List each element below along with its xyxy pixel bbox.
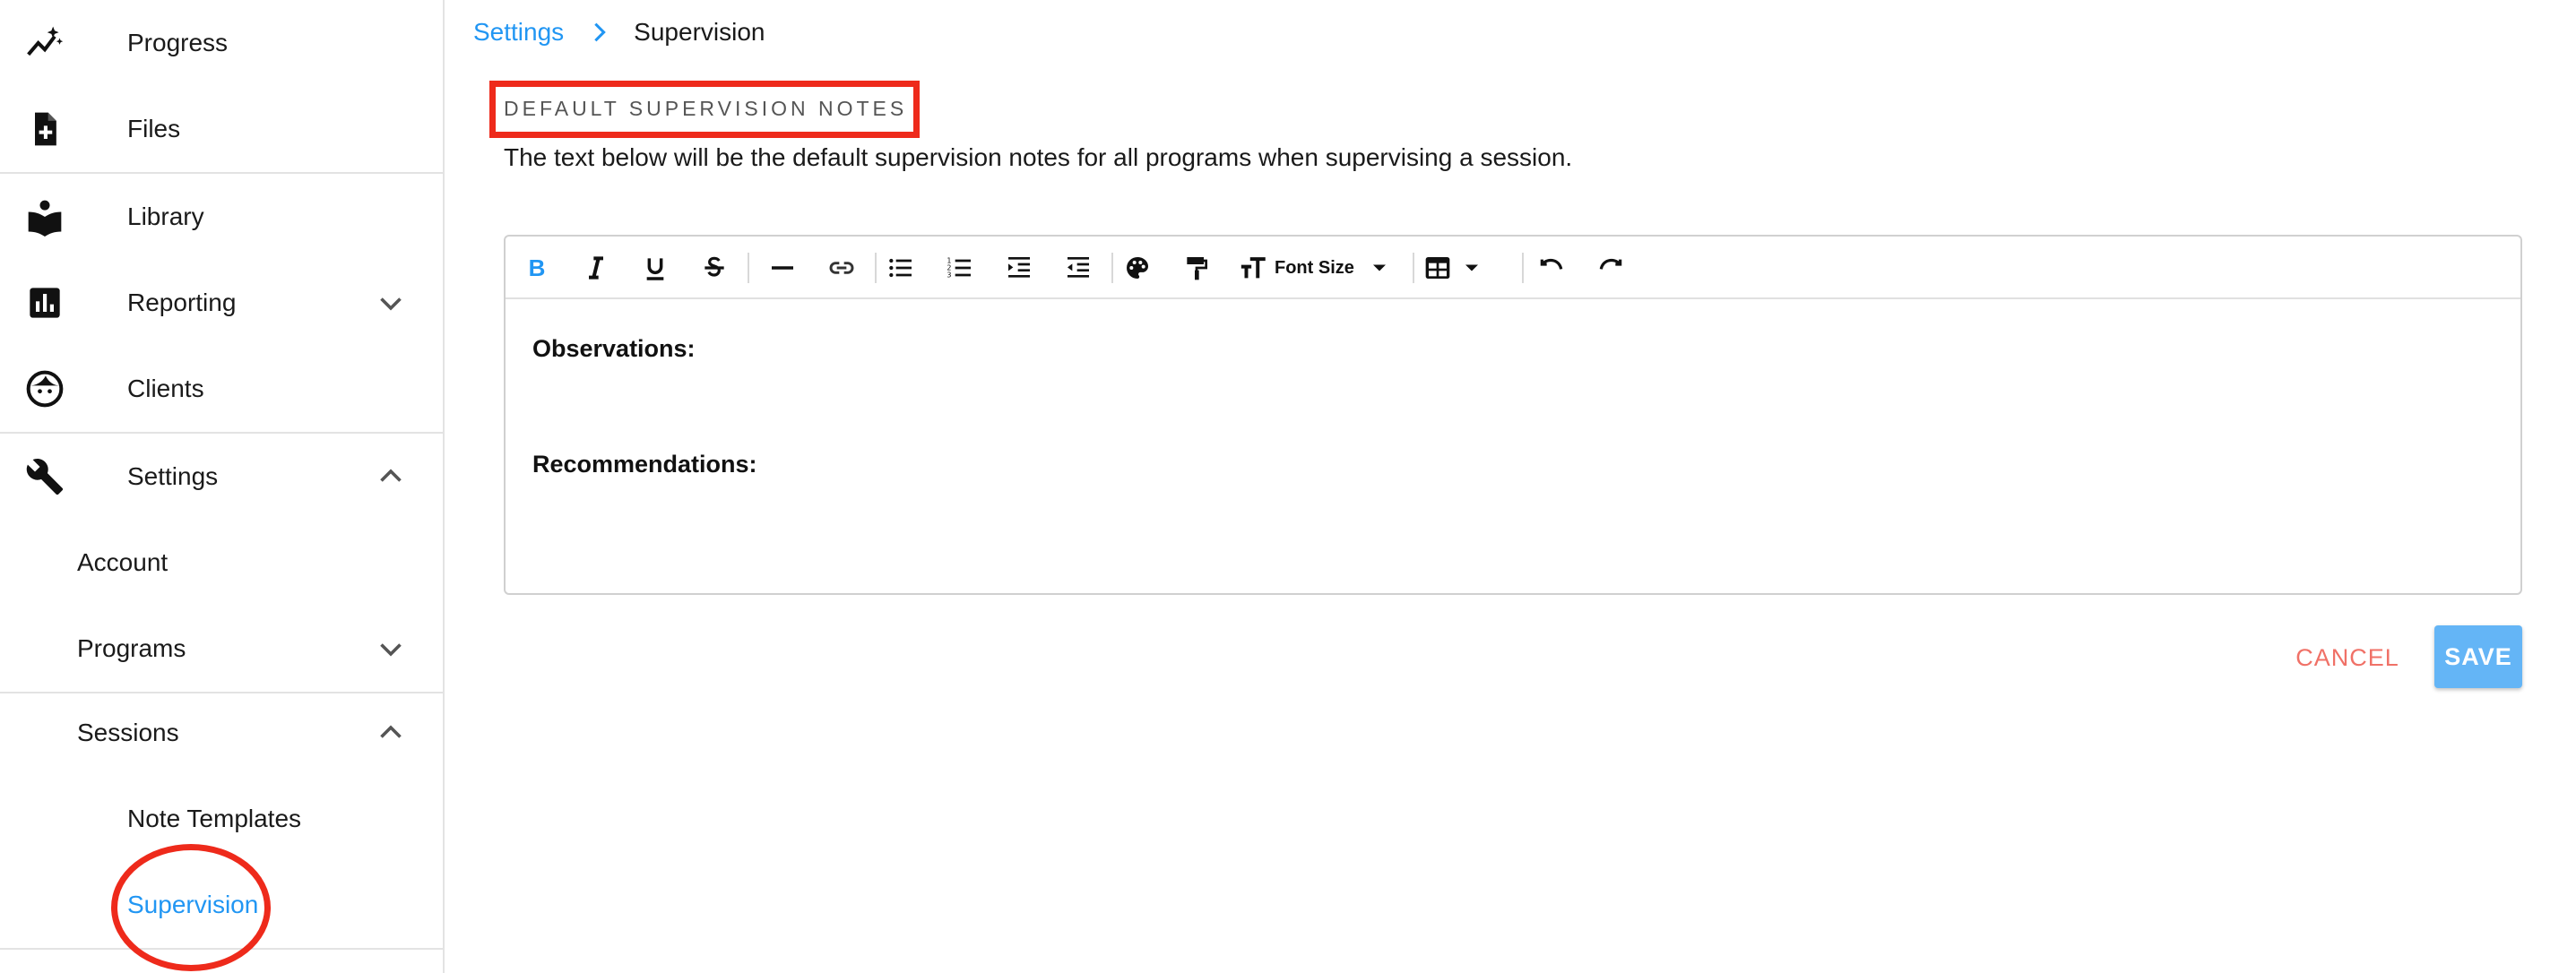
sidebar-item-reporting[interactable]: Reporting (0, 260, 443, 346)
underline-icon (646, 258, 664, 280)
numbered-list-icon: 123 (947, 257, 971, 280)
library-book-icon (25, 197, 65, 237)
sidebar-item-label: Programs (77, 634, 186, 662)
bold-button[interactable]: B (518, 249, 556, 287)
progress-sparkle-icon (25, 23, 65, 63)
sidebar-item-settings[interactable]: Settings (0, 434, 443, 520)
indent-button[interactable] (1000, 249, 1038, 287)
wrench-icon (25, 457, 65, 496)
sidebar-item-programs[interactable]: Programs (0, 606, 443, 692)
breadcrumb: Settings Supervision (473, 18, 765, 47)
chevron-down-icon[interactable] (375, 287, 407, 319)
indent-icon (1008, 257, 1030, 278)
sidebar-item-label: Progress (127, 29, 229, 56)
numbered-list-button[interactable]: 123 (941, 249, 979, 287)
color-button[interactable] (1119, 249, 1156, 287)
face-icon (25, 369, 65, 409)
sidebar: Progress Files Library Reporting Clients… (0, 0, 445, 973)
sidebar-item-label: Clients (127, 375, 204, 402)
paint-roller-icon (1187, 257, 1207, 280)
sidebar-item-label: Supervision (127, 891, 259, 918)
font-size-dropdown[interactable]: Font Size (1239, 249, 1392, 287)
observations-heading: Observations: (532, 335, 696, 362)
editor-toolbar: B 123 Font Size (506, 237, 2520, 299)
sidebar-item-label: Sessions (77, 719, 179, 746)
horizontal-rule-button[interactable] (764, 249, 801, 287)
rich-text-editor[interactable]: B 123 Font Size Observations: Recommenda… (504, 235, 2522, 595)
italic-button[interactable] (577, 249, 615, 287)
bullet-list-button[interactable] (882, 249, 920, 287)
outdent-button[interactable] (1059, 249, 1097, 287)
redo-icon (1599, 258, 1622, 270)
strikethrough-button[interactable] (696, 249, 733, 287)
chevron-up-icon[interactable] (375, 717, 407, 749)
breadcrumb-current: Supervision (634, 18, 765, 46)
bold-icon: B (528, 254, 546, 281)
sidebar-item-library[interactable]: Library (0, 174, 443, 260)
horizontal-rule-icon (772, 266, 793, 270)
undo-button[interactable] (1533, 249, 1570, 287)
text-size-icon (1240, 257, 1266, 279)
sidebar-item-label: Account (77, 548, 169, 576)
file-add-icon (25, 109, 65, 149)
svg-text:3: 3 (947, 271, 951, 280)
sidebar-item-label: Note Templates (127, 805, 302, 832)
sidebar-item-label: Library (127, 202, 204, 230)
bullet-list-icon (889, 258, 912, 278)
link-button[interactable] (823, 249, 860, 287)
underline-button[interactable] (636, 249, 674, 287)
sidebar-item-sessions[interactable]: Sessions (0, 690, 443, 776)
sidebar-item-label: Settings (127, 462, 219, 490)
table-icon (1425, 257, 1450, 279)
toolbar-separator (1522, 253, 1524, 283)
sidebar-item-progress[interactable]: Progress (0, 0, 443, 86)
sidebar-item-label: Files (127, 115, 181, 142)
strikethrough-icon (705, 256, 724, 277)
section-title: DEFAULT SUPERVISION NOTES (504, 97, 908, 120)
italic-icon (589, 256, 603, 280)
sidebar-item-account[interactable]: Account (0, 520, 443, 606)
undo-icon (1540, 258, 1563, 270)
sidebar-item-label: Reporting (127, 288, 237, 316)
toolbar-separator (748, 253, 749, 283)
recommendations-heading: Recommendations: (532, 451, 757, 478)
caret-down-icon (1372, 264, 1386, 271)
link-icon (829, 262, 854, 274)
redo-button[interactable] (1592, 249, 1629, 287)
chevron-right-icon (594, 22, 606, 42)
divider (0, 948, 443, 950)
sidebar-item-clients[interactable]: Clients (0, 346, 443, 432)
breadcrumb-link-settings[interactable]: Settings (473, 18, 564, 47)
palette-icon (1127, 257, 1148, 279)
chevron-down-icon[interactable] (375, 633, 407, 665)
caret-down-icon (1465, 264, 1478, 271)
cancel-button[interactable]: CANCEL (2280, 627, 2415, 688)
chevron-up-icon[interactable] (375, 461, 407, 493)
sidebar-item-note-templates[interactable]: Note Templates (0, 776, 443, 862)
toolbar-separator (875, 253, 877, 283)
format-painter-button[interactable] (1178, 249, 1215, 287)
table-button[interactable] (1423, 249, 1495, 287)
save-button[interactable]: SAVE (2434, 625, 2522, 688)
toolbar-separator (1111, 253, 1113, 283)
sidebar-item-files[interactable]: Files (0, 86, 443, 172)
sidebar-item-supervision[interactable]: Supervision (0, 862, 443, 948)
bar-chart-icon (25, 283, 65, 323)
font-size-label: Font Size (1275, 257, 1354, 278)
outdent-icon (1068, 257, 1089, 278)
toolbar-separator (1413, 253, 1414, 283)
section-description: The text below will be the default super… (504, 143, 1573, 171)
editor-content[interactable]: Observations: Recommendations: (532, 335, 757, 478)
